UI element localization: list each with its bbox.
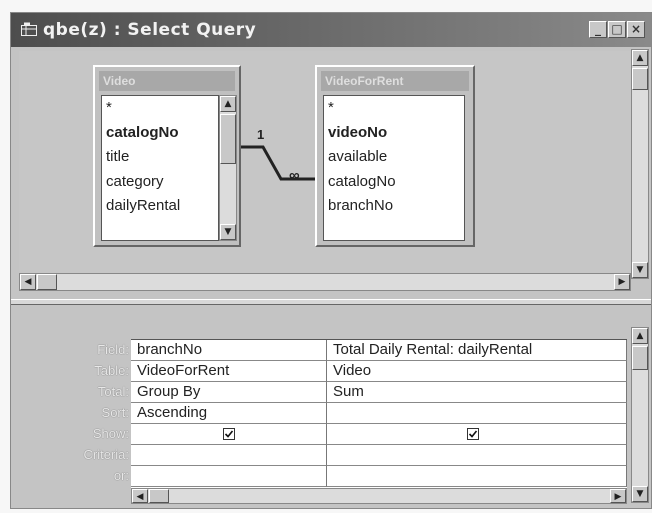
arrow-up-icon: ▲ xyxy=(636,53,644,63)
grid-cell-sort[interactable]: Ascending xyxy=(131,403,327,424)
field-list-scrollbar[interactable]: ▲ ▼ xyxy=(219,95,237,241)
field-list-item[interactable]: title xyxy=(102,145,218,170)
scroll-down-button[interactable]: ▼ xyxy=(632,486,648,502)
arrow-right-icon: ▶ xyxy=(614,492,622,502)
row-label-total: Total: xyxy=(97,384,129,399)
field-list-item-key[interactable]: videoNo xyxy=(324,121,464,146)
field-list-item[interactable]: * xyxy=(102,96,218,121)
field-list-title[interactable]: VideoForRent xyxy=(321,71,469,91)
relationship-line[interactable] xyxy=(241,117,321,197)
field-list-videoforrent[interactable]: VideoForRent * videoNo available catalog… xyxy=(315,65,475,247)
checkmark-icon xyxy=(468,430,478,438)
scroll-down-button[interactable]: ▼ xyxy=(220,224,236,240)
scroll-thumb[interactable] xyxy=(220,114,236,164)
arrow-right-icon: ▶ xyxy=(618,277,626,287)
grid-cell-table[interactable]: VideoForRent xyxy=(131,361,327,382)
field-list[interactable]: * catalogNo title category dailyRental xyxy=(101,95,219,241)
table-pane: Video * catalogNo title category dailyRe… xyxy=(11,47,651,299)
field-list-item[interactable]: available xyxy=(324,145,464,170)
row-label-field: Field: xyxy=(97,342,129,357)
grid-cell-criteria[interactable] xyxy=(131,445,327,466)
close-button[interactable]: × xyxy=(627,21,645,38)
maximize-button[interactable]: □ xyxy=(608,21,626,38)
query-design-grid: branchNo VideoForRent Group By Ascending… xyxy=(131,339,627,504)
arrow-down-icon: ▼ xyxy=(224,227,232,237)
arrow-left-icon: ◀ xyxy=(136,492,144,502)
checkmark-icon xyxy=(224,430,234,438)
row-label-table: Table: xyxy=(94,363,129,378)
row-label-show: Show: xyxy=(92,426,129,441)
arrow-up-icon: ▲ xyxy=(224,99,232,109)
one-side-label: 1 xyxy=(257,127,265,142)
row-label-or: or: xyxy=(113,468,129,483)
grid-cell-field[interactable]: Total Daily Rental: dailyRental xyxy=(327,340,627,361)
table-pane-vscrollbar[interactable]: ▲ ▼ xyxy=(631,49,649,279)
field-list[interactable]: * videoNo available catalogNo branchNo xyxy=(323,95,465,241)
scroll-left-button[interactable]: ◀ xyxy=(20,274,36,290)
row-label-sort: Sort: xyxy=(101,405,129,420)
arrow-down-icon: ▼ xyxy=(636,489,644,499)
arrow-up-icon: ▲ xyxy=(636,331,644,341)
scroll-up-button[interactable]: ▲ xyxy=(632,328,648,344)
title-bar[interactable]: qbe(z) : Select Query _ □ × xyxy=(11,13,651,47)
close-icon: × xyxy=(630,22,642,36)
grid-vscrollbar[interactable]: ▲ ▼ xyxy=(631,327,649,503)
scroll-right-button[interactable]: ▶ xyxy=(610,489,626,503)
table-pane-hscrollbar[interactable]: ◀ ▶ xyxy=(19,273,631,291)
minimize-button[interactable]: _ xyxy=(589,21,607,38)
grid-cell-sort[interactable] xyxy=(327,403,627,424)
field-list-item[interactable]: dailyRental xyxy=(102,194,218,219)
maximize-icon: □ xyxy=(611,22,623,36)
field-list-title[interactable]: Video xyxy=(99,71,235,91)
field-list-video[interactable]: Video * catalogNo title category dailyRe… xyxy=(93,65,241,247)
show-checkbox[interactable] xyxy=(467,428,479,440)
grid-cell-show[interactable] xyxy=(327,424,627,445)
grid-cell-total[interactable]: Group By xyxy=(131,382,327,403)
scroll-thumb[interactable] xyxy=(632,346,648,370)
field-list-item[interactable]: * xyxy=(324,96,464,121)
scroll-left-button[interactable]: ◀ xyxy=(132,489,148,503)
grid-cell-criteria[interactable] xyxy=(327,445,627,466)
query-icon[interactable] xyxy=(21,22,37,36)
scroll-right-button[interactable]: ▶ xyxy=(614,274,630,290)
arrow-left-icon: ◀ xyxy=(24,277,32,287)
field-list-item-key[interactable]: catalogNo xyxy=(102,121,218,146)
arrow-down-icon: ▼ xyxy=(636,265,644,275)
grid-cell-total[interactable]: Sum xyxy=(327,382,627,403)
scroll-down-button[interactable]: ▼ xyxy=(632,262,648,278)
scroll-up-button[interactable]: ▲ xyxy=(220,96,236,112)
scroll-thumb[interactable] xyxy=(632,68,648,90)
grid-cell-field[interactable]: branchNo xyxy=(131,340,327,361)
grid-cell-or[interactable] xyxy=(327,466,627,487)
grid-cell-table[interactable]: Video xyxy=(327,361,627,382)
scroll-up-button[interactable]: ▲ xyxy=(632,50,648,66)
field-list-item[interactable]: branchNo xyxy=(324,194,464,219)
grid-cell-show[interactable] xyxy=(131,424,327,445)
row-label-criteria: Criteria: xyxy=(83,447,129,462)
show-checkbox[interactable] xyxy=(223,428,235,440)
scroll-thumb[interactable] xyxy=(37,274,57,290)
select-query-window: qbe(z) : Select Query _ □ × Video * cata… xyxy=(10,12,652,509)
grid-hscrollbar[interactable]: ◀ ▶ xyxy=(131,488,627,504)
field-list-item[interactable]: catalogNo xyxy=(324,170,464,195)
window-title: qbe(z) : Select Query xyxy=(43,20,257,40)
grid-cell-or[interactable] xyxy=(131,466,327,487)
many-side-label: ∞ xyxy=(289,167,300,184)
minimize-icon: _ xyxy=(595,22,601,36)
scroll-thumb[interactable] xyxy=(149,489,169,503)
field-list-item[interactable]: category xyxy=(102,170,218,195)
design-grid-pane: Field: Table: Total: Sort: Show: Criteri… xyxy=(11,305,651,508)
